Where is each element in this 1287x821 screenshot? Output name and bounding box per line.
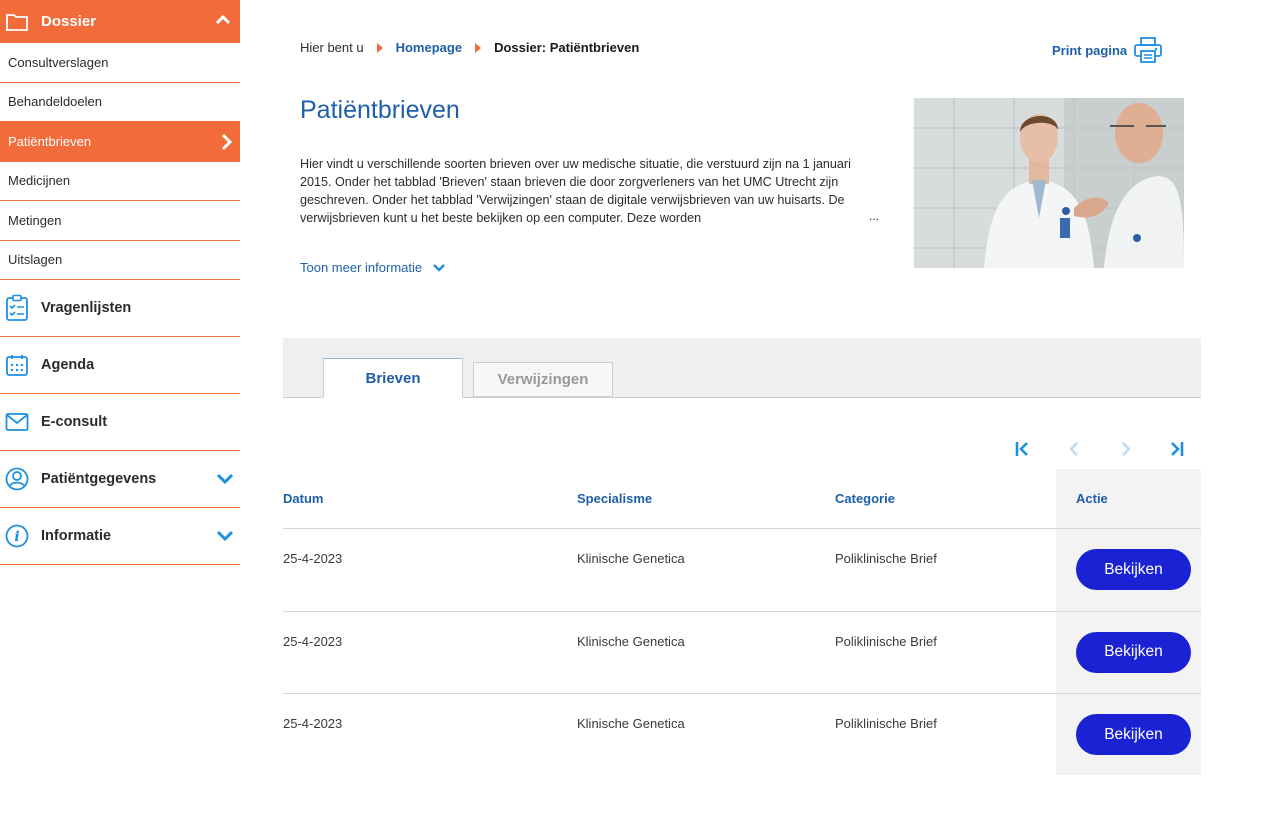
- breadcrumb-separator-icon: [475, 42, 482, 53]
- show-more-info-link[interactable]: Toon meer informatie: [300, 260, 446, 275]
- breadcrumb-current: Dossier: Patiëntbrieven: [494, 40, 640, 55]
- chevron-down-icon[interactable]: [216, 530, 234, 542]
- view-letter-button[interactable]: Bekijken: [1076, 631, 1191, 673]
- show-more-label: Toon meer informatie: [300, 260, 423, 275]
- sidebar-item-behandeldoelen[interactable]: Behandeldoelen: [0, 83, 240, 122]
- breadcrumb: Hier bent u Homepage Dossier: Patiëntbri…: [300, 40, 639, 55]
- sidebar-item-label: Uitslagen: [8, 252, 63, 268]
- sidebar-item-label: Metingen: [8, 212, 62, 228]
- sidebar-item-label: Patiëntbrieven: [8, 133, 92, 149]
- column-header-specialisme[interactable]: Specialisme: [577, 491, 652, 506]
- sidebar-item-econsult[interactable]: E-consult: [0, 394, 240, 451]
- sidebar-item-label: Medicijnen: [8, 173, 71, 189]
- clipboard-icon: [5, 294, 29, 321]
- table-row: 25-4-2023 Klinische Genetica Poliklinisc…: [283, 529, 1201, 612]
- table-row: 25-4-2023 Klinische Genetica Poliklinisc…: [283, 612, 1201, 694]
- sidebar-item-label: Agenda: [41, 357, 95, 373]
- last-page-icon[interactable]: [1165, 438, 1189, 460]
- table-row: 25-4-2023 Klinische Genetica Poliklinisc…: [283, 694, 1201, 777]
- chevron-up-icon[interactable]: [214, 11, 232, 29]
- cell-categorie: Poliklinische Brief: [835, 551, 937, 566]
- sidebar-item-label: Consultverslagen: [8, 54, 109, 70]
- letters-table: Datum Specialisme Categorie Actie 25-4-2…: [283, 469, 1201, 777]
- sidebar-item-label: Informatie: [41, 528, 112, 544]
- doctors-photo: [914, 98, 1184, 268]
- first-page-icon[interactable]: [1010, 438, 1034, 460]
- printer-icon: [1134, 37, 1163, 63]
- cell-specialisme: Klinische Genetica: [577, 551, 685, 566]
- sidebar-item-metingen[interactable]: Metingen: [0, 201, 240, 241]
- intro-text: Hier vindt u verschillende soorten briev…: [300, 157, 851, 225]
- calendar-icon: [5, 352, 29, 378]
- tab-brieven[interactable]: Brieven: [323, 358, 463, 398]
- sidebar-item-patientbrieven[interactable]: Patiëntbrieven: [0, 122, 240, 162]
- sidebar-item-patientgegevens[interactable]: Patiëntgegevens: [0, 451, 240, 508]
- cell-datum: 25-4-2023: [283, 633, 343, 649]
- previous-page-icon[interactable]: [1062, 438, 1086, 460]
- user-icon: [5, 466, 29, 492]
- sidebar-item-vragenlijsten[interactable]: Vragenlijsten: [0, 280, 240, 337]
- folder-icon: [6, 13, 28, 31]
- tab-verwijzingen[interactable]: Verwijzingen: [473, 362, 613, 397]
- column-header-datum[interactable]: Datum: [283, 491, 323, 506]
- print-label: Print pagina: [1052, 42, 1128, 58]
- pagination: [1010, 438, 1190, 460]
- svg-text:i: i: [14, 529, 19, 545]
- cell-specialisme: Klinische Genetica: [577, 633, 685, 649]
- cell-categorie: Poliklinische Brief: [835, 633, 937, 649]
- cell-datum: 25-4-2023: [283, 551, 343, 566]
- tab-bar: Brieven Verwijzingen: [283, 338, 1201, 398]
- sidebar-item-label: E-consult: [41, 414, 108, 430]
- intro-ellipsis: ...: [869, 209, 880, 223]
- chevron-down-icon[interactable]: [216, 473, 234, 485]
- breadcrumb-prefix: Hier bent u: [300, 40, 364, 55]
- sidebar-item-medicijnen[interactable]: Medicijnen: [0, 162, 240, 201]
- sidebar-section-dossier[interactable]: Dossier: [0, 0, 240, 43]
- envelope-icon: [5, 409, 29, 435]
- next-page-icon[interactable]: [1114, 438, 1138, 460]
- sidebar-item-informatie[interactable]: i Informatie: [0, 508, 240, 565]
- column-header-actie: Actie: [1076, 491, 1108, 506]
- sidebar-section-title: Dossier: [41, 13, 97, 30]
- sidebar-item-uitslagen[interactable]: Uitslagen: [0, 241, 240, 280]
- cell-categorie: Poliklinische Brief: [835, 716, 937, 731]
- sidebar: Dossier Consultverslagen Behandeldoelen …: [0, 0, 240, 565]
- breadcrumb-separator-icon: [376, 42, 383, 53]
- column-header-categorie[interactable]: Categorie: [835, 491, 895, 506]
- sidebar-item-consultverslagen[interactable]: Consultverslagen: [0, 43, 240, 83]
- chevron-down-icon: [433, 263, 445, 272]
- sidebar-item-label: Behandeldoelen: [8, 94, 102, 110]
- cell-datum: 25-4-2023: [283, 716, 343, 731]
- page-title: Patiëntbrieven: [300, 96, 460, 124]
- info-icon: i: [5, 523, 29, 549]
- print-page-button[interactable]: Print pagina: [1052, 36, 1163, 64]
- table-header: Datum Specialisme Categorie Actie: [283, 469, 1201, 529]
- view-letter-button[interactable]: Bekijken: [1076, 714, 1191, 755]
- sidebar-item-label: Patiëntgegevens: [41, 471, 157, 487]
- chevron-right-icon: [221, 133, 233, 151]
- sidebar-item-label: Vragenlijsten: [41, 300, 132, 316]
- cell-specialisme: Klinische Genetica: [577, 716, 685, 731]
- breadcrumb-home-link[interactable]: Homepage: [396, 40, 462, 55]
- view-letter-button[interactable]: Bekijken: [1076, 549, 1191, 590]
- sidebar-item-agenda[interactable]: Agenda: [0, 337, 240, 394]
